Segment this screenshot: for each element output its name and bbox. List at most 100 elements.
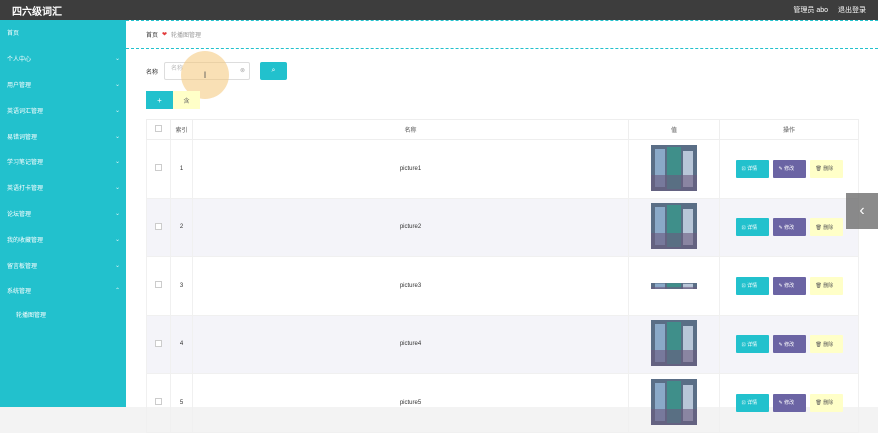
checkbox[interactable] [155,222,162,230]
delete-button[interactable]: 🗑 删除 [809,276,843,295]
chevron-down-icon: ⌄ [114,133,120,140]
column-header-index: 索引 [170,119,193,140]
row-name: picture4 [192,314,629,374]
search-label: 名称 [146,69,159,76]
row-image-cell [628,139,720,199]
chevron-down-icon: ⌄ [114,107,120,114]
select-all-header[interactable] [146,119,171,140]
detail-button[interactable]: ⊡ 详情 [735,218,769,237]
row-actions: ⊡ 详情 ✎ 修改 🗑 删除 [719,314,859,374]
row-select[interactable] [146,139,171,199]
sidebar-item-favorites[interactable]: 我的收藏管理 ⌄ [0,226,126,252]
row-select[interactable] [146,373,171,433]
edit-button[interactable]: ✎ 修改 [772,393,806,412]
delete-button[interactable]: 🗑 删除 [809,335,843,354]
breadcrumb-current: 轮播图管理 [171,33,202,39]
batch-delete-button[interactable]: 含 [173,91,200,109]
row-name: picture1 [192,139,629,199]
top-bar: 四六级词汇 管理员 abo 退出登录 [0,0,878,20]
edit-button[interactable]: ✎ 修改 [772,159,806,178]
heart-icon: ❤ [162,32,168,38]
row-name: picture5 [192,373,629,433]
table-row: 1 picture1 ⊡ 详情 ✎ 修改 🗑 删除 [146,139,859,199]
sidebar-subitem-carousel[interactable]: 轮播图管理 [0,304,126,326]
chevron-down-icon: ⌄ [114,236,120,243]
logout-link[interactable]: 退出登录 [838,5,866,15]
row-thumbnail[interactable] [651,144,697,191]
row-actions: ⊡ 详情 ✎ 修改 🗑 删除 [719,139,859,199]
row-select[interactable] [146,314,171,374]
edit-button[interactable]: ✎ 修改 [772,335,806,354]
row-name: picture3 [192,256,629,316]
sidebar-item-errors[interactable]: 易错词管理 ⌄ [0,123,126,149]
checkbox[interactable] [155,125,162,132]
row-actions: ⊡ 详情 ✎ 修改 🗑 删除 [719,256,859,316]
sidebar-item-forum[interactable]: 论坛管理 ⌄ [0,201,126,227]
detail-button[interactable]: ⊡ 详情 [735,393,769,412]
delete-button[interactable]: 🗑 删除 [809,393,843,412]
sidebar-item-personal[interactable]: 个人中心 ⌄ [0,46,126,72]
sidebar: 首页 个人中心 ⌄ 用户管理 ⌄ 英语词汇管理 ⌄ 易错词管理 ⌄ 学习笔记管理 ⌄ 英语… [0,20,126,407]
chevron-down-icon: ⌄ [114,262,120,269]
delete-button[interactable]: 🗑 删除 [809,218,843,237]
row-image-cell [628,373,720,433]
table-row: 3 picture3 ⊡ 详情 ✎ 修改 🗑 删除 [146,256,859,316]
row-select[interactable] [146,197,171,257]
row-select[interactable] [146,256,171,316]
detail-button[interactable]: ⊡ 详情 [735,335,769,354]
checkbox[interactable] [155,281,162,289]
action-buttons: + 含 [146,91,200,109]
row-thumbnail[interactable] [651,203,697,250]
breadcrumb: 首页 ❤ 轮播图管理 [126,20,878,49]
chevron-left-icon[interactable]: ‹ [846,193,878,229]
chevron-down-icon: ⌄ [114,81,120,88]
checkbox[interactable] [155,164,162,172]
sidebar-item-users[interactable]: 用户管理 ⌄ [0,72,126,98]
checkbox[interactable] [155,339,162,347]
row-image-cell [628,256,720,316]
chevron-down-icon: ⌄ [114,159,120,166]
table-row: 4 picture4 ⊡ 详情 ✎ 修改 🗑 删除 [146,314,859,374]
row-actions: ⊡ 详情 ✎ 修改 🗑 删除 [719,373,859,433]
clear-icon[interactable]: ⊗ [240,67,245,74]
row-thumbnail[interactable] [651,320,697,367]
row-actions: ⊡ 详情 ✎ 修改 🗑 删除 [719,197,859,257]
column-header-value: 值 [628,119,720,140]
carousel-table: 索引 名称 值 操作 1 picture1 ⊡ 详情 ✎ 修改 🗑 删除 2 picture… [146,119,859,433]
main-content: 首页 ❤ 轮播图管理 名称 名称 ⊗ ⌕ I + 含 索引 名称 值 操作 1p… [126,20,878,433]
sidebar-item-system[interactable]: 系统管理 ⌃ [0,278,126,304]
sidebar-item-checkin[interactable]: 英语打卡管理 ⌄ [0,175,126,201]
sidebar-item-home[interactable]: 首页 [0,20,126,46]
detail-button[interactable]: ⊡ 详情 [735,276,769,295]
row-thumbnail[interactable] [651,282,697,289]
chevron-up-icon: ⌃ [114,288,120,295]
edit-button[interactable]: ✎ 修改 [772,218,806,237]
row-index: 3 [170,256,193,316]
chevron-down-icon: ⌄ [114,185,120,192]
detail-button[interactable]: ⊡ 详情 [735,159,769,178]
breadcrumb-home[interactable]: 首页 [146,30,158,39]
row-name: picture2 [192,197,629,257]
row-image-cell [628,197,720,257]
row-index: 5 [170,373,193,433]
column-header-actions: 操作 [719,119,859,140]
row-image-cell [628,314,720,374]
row-index: 2 [170,197,193,257]
search-button[interactable]: ⌕ [260,62,288,80]
sidebar-item-messages[interactable]: 留言板管理 ⌄ [0,252,126,278]
edit-button[interactable]: ✎ 修改 [772,276,806,295]
app-title: 四六级词汇 [12,6,62,18]
table-row: 5 picture5 ⊡ 详情 ✎ 修改 🗑 删除 [146,373,859,433]
chevron-down-icon: ⌄ [114,56,120,63]
row-index: 1 [170,139,193,199]
checkbox[interactable] [155,398,162,406]
table-row: 2 picture2 ⊡ 详情 ✎ 修改 🗑 删除 [146,197,859,257]
chevron-down-icon: ⌄ [114,210,120,217]
column-header-name: 名称 [192,119,629,140]
delete-button[interactable]: 🗑 删除 [809,159,843,178]
admin-user: 管理员 abo [793,7,828,14]
row-thumbnail[interactable] [651,378,697,425]
add-button[interactable]: + [146,91,173,109]
sidebar-item-notes[interactable]: 学习笔记管理 ⌄ [0,149,126,175]
sidebar-item-vocab[interactable]: 英语词汇管理 ⌄ [0,97,126,123]
